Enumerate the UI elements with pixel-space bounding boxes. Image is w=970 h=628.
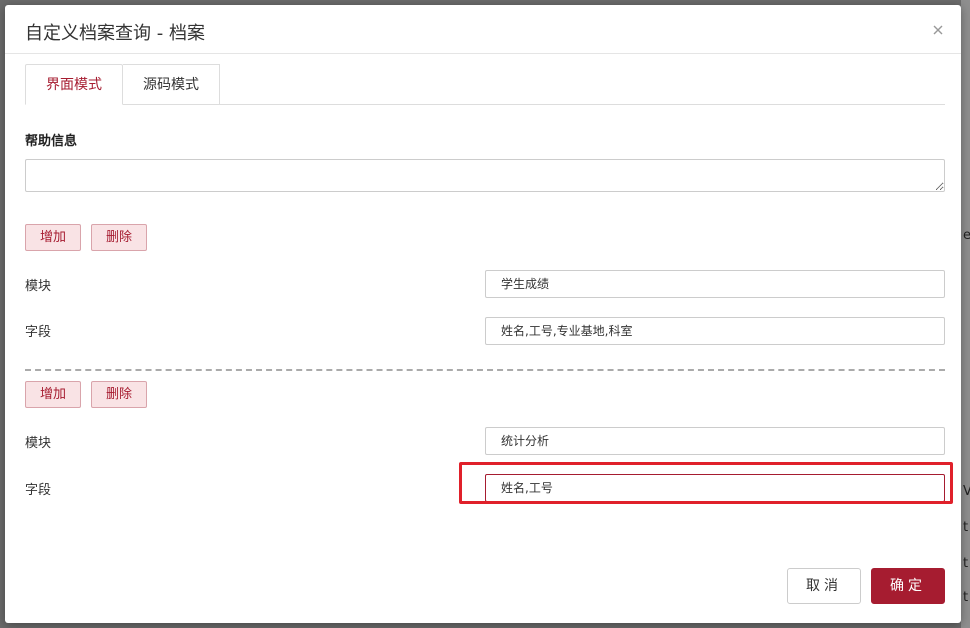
add-button[interactable]: 增加	[25, 381, 81, 408]
section-divider	[25, 369, 945, 371]
dialog-title: 自定义档案查询 - 档案	[25, 23, 205, 44]
module-input[interactable]: 统计分析	[485, 427, 945, 455]
delete-button[interactable]: 删除	[91, 224, 147, 251]
background-text: V	[963, 484, 970, 499]
cancel-button[interactable]: 取消	[787, 568, 861, 604]
help-info-label: 帮助信息	[25, 134, 78, 149]
background-text: t	[963, 590, 969, 605]
background-page-strip: e V t t t	[961, 0, 970, 628]
tab-ui-mode[interactable]: 界面模式	[25, 64, 123, 105]
tab-source-mode[interactable]: 源码模式	[123, 64, 220, 104]
add-button[interactable]: 增加	[25, 224, 81, 251]
module-label: 模块	[25, 436, 52, 451]
archive-query-dialog: 自定义档案查询 - 档案 界面模式 源码模式 帮助信息 增加 删除 模块 学生成…	[5, 5, 961, 623]
confirm-button[interactable]: 确定	[871, 568, 945, 604]
background-text: t	[963, 556, 969, 571]
help-info-textarea[interactable]	[25, 159, 945, 192]
background-text: e	[963, 228, 970, 243]
fields-input[interactable]: 姓名,工号	[485, 474, 945, 502]
delete-button[interactable]: 删除	[91, 381, 147, 408]
fields-label: 字段	[25, 325, 52, 340]
fields-label: 字段	[25, 483, 52, 498]
close-icon[interactable]	[931, 23, 945, 37]
fields-input[interactable]: 姓名,工号,专业基地,科室	[485, 317, 945, 345]
mode-tabs: 界面模式 源码模式	[25, 64, 945, 105]
background-text: t	[963, 520, 969, 535]
module-input[interactable]: 学生成绩	[485, 270, 945, 298]
dialog-header: 自定义档案查询 - 档案	[5, 5, 961, 54]
module-label: 模块	[25, 279, 52, 294]
